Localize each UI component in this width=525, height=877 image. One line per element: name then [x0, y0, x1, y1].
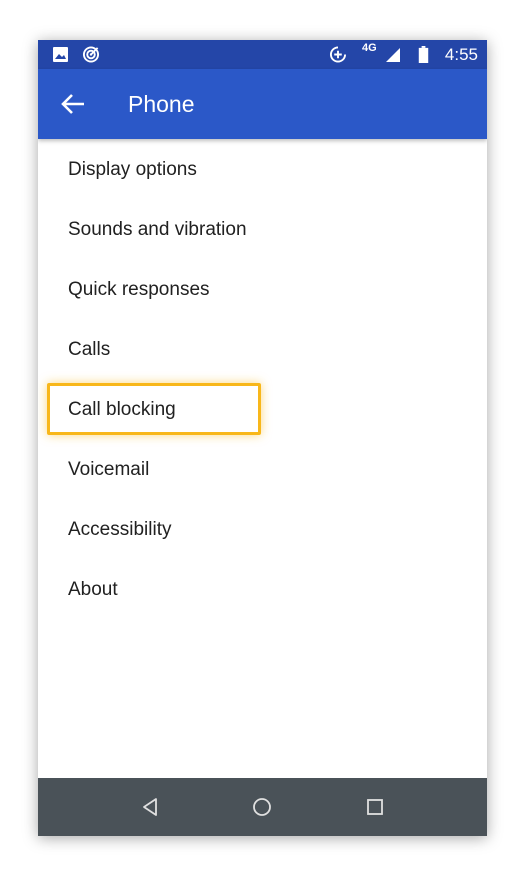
menu-item-label: Voicemail	[68, 459, 150, 480]
menu-item-label: Calls	[68, 339, 111, 360]
app-bar: Phone	[38, 69, 487, 139]
recents-square-icon[interactable]	[363, 795, 387, 819]
menu-item-accessibility[interactable]: Accessibility	[38, 500, 487, 560]
menu-item-label: Accessibility	[68, 519, 172, 540]
menu-item-call-blocking[interactable]: Call blocking	[38, 380, 487, 440]
menu-item-sounds-and-vibration[interactable]: Sounds and vibration	[38, 200, 487, 260]
menu-item-label: Display options	[68, 159, 197, 180]
menu-item-label: Quick responses	[68, 279, 210, 300]
menu-item-calls[interactable]: Calls	[38, 320, 487, 380]
status-bar: 4G 4:55	[38, 40, 487, 69]
menu-item-voicemail[interactable]: Voicemail	[38, 440, 487, 500]
menu-item-display-options[interactable]: Display options	[38, 140, 487, 200]
menu-item-label: About	[68, 579, 118, 600]
image-icon	[53, 47, 68, 62]
menu-item-about[interactable]: About	[38, 560, 487, 620]
home-circle-icon[interactable]	[250, 795, 274, 819]
menu-item-quick-responses[interactable]: Quick responses	[38, 260, 487, 320]
radar-icon	[82, 46, 100, 63]
status-time: 4:55	[444, 45, 478, 64]
menu-item-label: Call blocking	[68, 399, 176, 420]
page-title: Phone	[128, 91, 195, 117]
navigation-bar	[38, 778, 487, 836]
data-saver-icon	[330, 46, 347, 63]
menu-item-label: Sounds and vibration	[68, 219, 247, 240]
signal-icon	[386, 48, 400, 62]
phone-screen: 4G 4:55 Phone Display options Sounds and…	[38, 40, 487, 836]
battery-icon	[418, 46, 429, 63]
network-type: 4G	[362, 42, 377, 54]
back-triangle-icon[interactable]	[138, 795, 162, 819]
arrow-left-icon[interactable]	[60, 92, 86, 116]
